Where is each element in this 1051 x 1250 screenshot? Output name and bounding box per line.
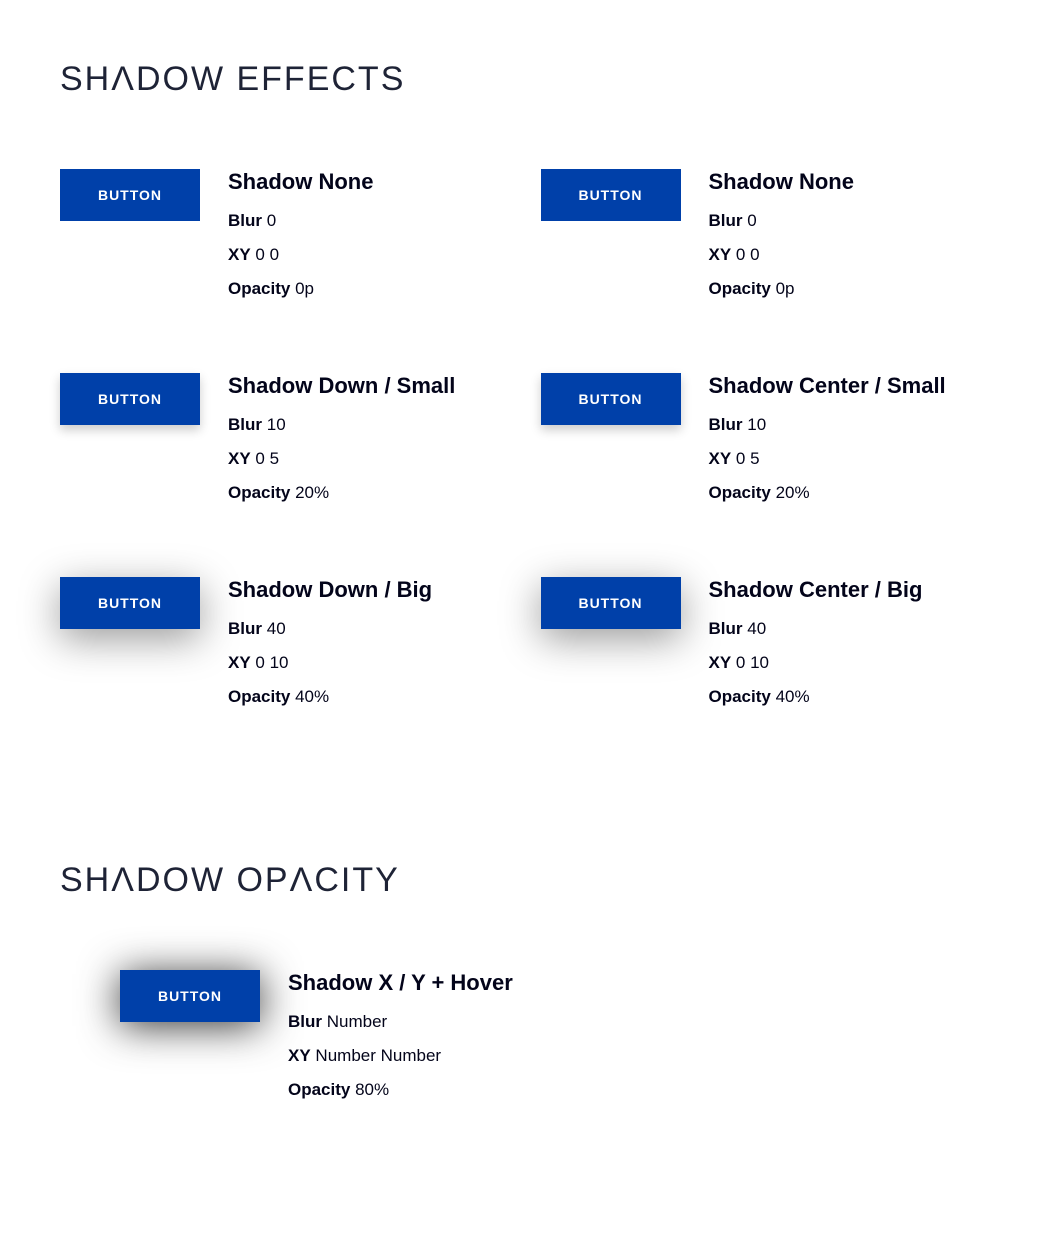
spec-opacity: Opacity 20% bbox=[228, 483, 455, 503]
example-none-2: BUTTON Shadow None Blur 0 XY 0 0 Opacity 0p bbox=[541, 169, 992, 313]
spec-opacity: Opacity 0p bbox=[709, 279, 854, 299]
example-button-center-big[interactable]: BUTTON bbox=[541, 577, 681, 629]
spec-title: Shadow Down / Small bbox=[228, 373, 455, 399]
section-title-effects: SHΛDOW EFFECTS bbox=[60, 60, 991, 99]
example-button-hover[interactable]: BUTTON bbox=[120, 970, 260, 1022]
opacity-example: BUTTON Shadow X / Y + Hover Blur Number … bbox=[120, 970, 991, 1114]
spec-opacity: Opacity 40% bbox=[228, 687, 432, 707]
example-button-center-small[interactable]: BUTTON bbox=[541, 373, 681, 425]
spec-blur: Blur 0 bbox=[709, 211, 854, 231]
section-title-opacity: SHΛDOW OPΛCITY bbox=[60, 861, 991, 900]
spec-blur: Blur 0 bbox=[228, 211, 373, 231]
spec-opacity: Opacity 80% bbox=[288, 1080, 513, 1100]
example-none-1: BUTTON Shadow None Blur 0 XY 0 0 Opacity 0p bbox=[60, 169, 511, 313]
spec-block: Shadow Center / Big Blur 40 XY 0 10 Opacity… bbox=[709, 577, 923, 721]
spec-block: Shadow None Blur 0 XY 0 0 Opacity 0p bbox=[709, 169, 854, 313]
example-button-none-1[interactable]: BUTTON bbox=[60, 169, 200, 221]
spec-title: Shadow Down / Big bbox=[228, 577, 432, 603]
spec-blur: Blur Number bbox=[288, 1012, 513, 1032]
example-button-none-2[interactable]: BUTTON bbox=[541, 169, 681, 221]
spec-xy: XY 0 10 bbox=[228, 653, 432, 673]
spec-blur: Blur 40 bbox=[228, 619, 432, 639]
spec-block: Shadow Center / Small Blur 10 XY 0 5 Opacit… bbox=[709, 373, 946, 517]
spec-blur: Blur 40 bbox=[709, 619, 923, 639]
spec-block: Shadow None Blur 0 XY 0 0 Opacity 0p bbox=[228, 169, 373, 313]
example-button-down-big[interactable]: BUTTON bbox=[60, 577, 200, 629]
spec-xy: XY Number Number bbox=[288, 1046, 513, 1066]
spec-block: Shadow Down / Big Blur 40 XY 0 10 Opacity 4… bbox=[228, 577, 432, 721]
example-center-small: BUTTON Shadow Center / Small Blur 10 XY 0 5… bbox=[541, 373, 992, 517]
example-down-small: BUTTON Shadow Down / Small Blur 10 XY 0 5 Op… bbox=[60, 373, 511, 517]
example-center-big: BUTTON Shadow Center / Big Blur 40 XY 0 10 O… bbox=[541, 577, 992, 721]
spec-title: Shadow None bbox=[709, 169, 854, 195]
spec-title: Shadow Center / Small bbox=[709, 373, 946, 399]
spec-blur: Blur 10 bbox=[228, 415, 455, 435]
spec-opacity: Opacity 20% bbox=[709, 483, 946, 503]
spec-title: Shadow X / Y + Hover bbox=[288, 970, 513, 996]
spec-xy: XY 0 5 bbox=[228, 449, 455, 469]
effects-grid: BUTTONShadow NoneBlur 0XY 0 0Opacity 0pB… bbox=[60, 169, 991, 721]
spec-block: Shadow Down / Small Blur 10 XY 0 5 Opacity … bbox=[228, 373, 455, 517]
spec-block: Shadow X / Y + Hover Blur Number XY Numb… bbox=[288, 970, 513, 1114]
spec-title: Shadow None bbox=[228, 169, 373, 195]
spec-title: Shadow Center / Big bbox=[709, 577, 923, 603]
spec-xy: XY 0 5 bbox=[709, 449, 946, 469]
spec-opacity: Opacity 0p bbox=[228, 279, 373, 299]
spec-opacity: Opacity 40% bbox=[709, 687, 923, 707]
example-down-big: BUTTON Shadow Down / Big Blur 40 XY 0 10 Opa… bbox=[60, 577, 511, 721]
spec-xy: XY 0 0 bbox=[228, 245, 373, 265]
spec-xy: XY 0 0 bbox=[709, 245, 854, 265]
example-button-down-small[interactable]: BUTTON bbox=[60, 373, 200, 425]
spec-blur: Blur 10 bbox=[709, 415, 946, 435]
spec-xy: XY 0 10 bbox=[709, 653, 923, 673]
